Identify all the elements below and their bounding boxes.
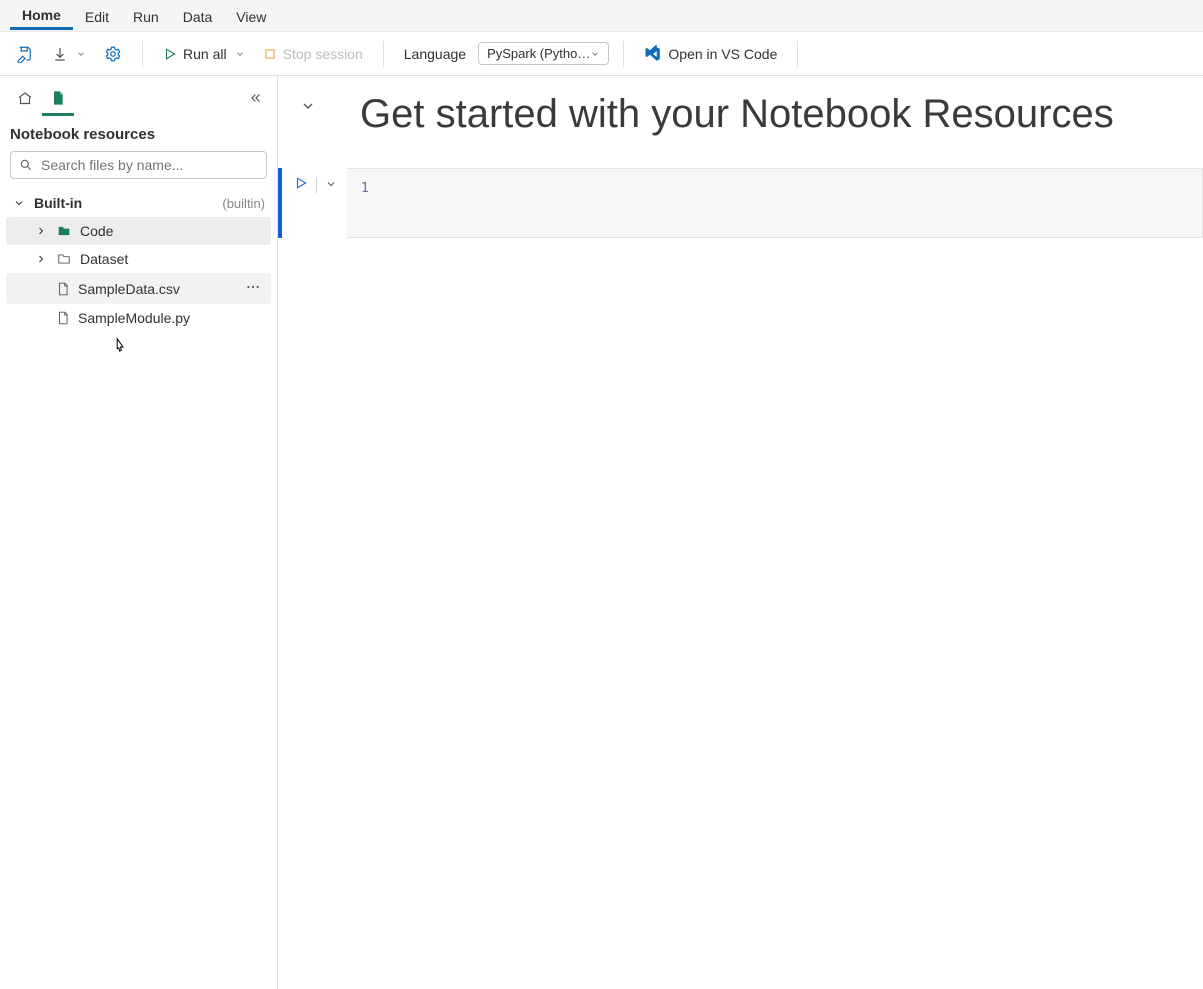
- download-icon: [52, 46, 68, 62]
- search-input[interactable]: [39, 156, 258, 174]
- chevron-down-icon: [590, 49, 600, 59]
- open-in-vscode-label: Open in VS Code: [668, 46, 777, 62]
- page-heading: Get started with your Notebook Resources: [360, 90, 1114, 138]
- tree-builtin[interactable]: Built-in (builtin): [6, 189, 271, 217]
- tree-file-samplemodule[interactable]: SampleModule.py: [6, 304, 271, 332]
- chevron-down-icon: [300, 98, 316, 114]
- download-button[interactable]: [46, 42, 92, 66]
- chevron-right-icon: [34, 253, 48, 265]
- toolbar-separator: [383, 41, 384, 67]
- menu-home[interactable]: Home: [10, 1, 73, 30]
- chevron-down-icon: [325, 178, 337, 190]
- language-select[interactable]: PySpark (Pytho…: [478, 42, 609, 65]
- sidebar-tabs: [0, 76, 277, 116]
- run-all-button[interactable]: Run all: [157, 42, 251, 66]
- tree-builtin-label: Built-in: [34, 195, 210, 211]
- open-in-vscode-button[interactable]: Open in VS Code: [638, 41, 783, 67]
- tree-file-sampledata[interactable]: SampleData.csv: [6, 273, 271, 304]
- chevron-down-icon: [235, 49, 245, 59]
- menu-view[interactable]: View: [224, 3, 278, 29]
- sidebar-tab-resources[interactable]: [42, 83, 74, 116]
- cell-actions: [282, 168, 347, 197]
- sidebar-collapse-button[interactable]: [243, 85, 269, 114]
- gear-icon: [104, 45, 122, 63]
- menu-run[interactable]: Run: [121, 3, 171, 29]
- search-icon: [19, 158, 33, 172]
- file-outline-icon: [56, 281, 70, 297]
- language-value: PySpark (Pytho…: [487, 46, 590, 61]
- chevron-right-icon: [34, 225, 48, 237]
- tree-file-sampledata-label: SampleData.csv: [78, 281, 233, 297]
- toolbar-separator: [142, 41, 143, 67]
- divider: [316, 177, 317, 193]
- chevron-down-icon: [12, 197, 26, 209]
- cell-run-button[interactable]: [290, 172, 312, 197]
- menubar: Home Edit Run Data View: [0, 0, 1203, 32]
- play-outline-icon: [294, 176, 308, 190]
- play-icon: [163, 47, 177, 61]
- search-input-wrap[interactable]: [10, 151, 267, 179]
- toolbar: Run all Stop session Language PySpark (P…: [0, 32, 1203, 76]
- toolbar-separator: [623, 41, 624, 67]
- code-cell[interactable]: 1: [278, 168, 1203, 238]
- tree-folder-code[interactable]: Code: [6, 217, 271, 245]
- tree-folder-dataset-label: Dataset: [80, 251, 265, 267]
- tree-builtin-suffix: (builtin): [222, 196, 265, 211]
- more-horizontal-icon: [245, 279, 261, 295]
- file-icon: [50, 89, 66, 107]
- folder-outline-icon: [56, 252, 72, 266]
- cell-run-menu-button[interactable]: [321, 173, 341, 197]
- line-number: 1: [361, 181, 369, 196]
- menu-data[interactable]: Data: [171, 3, 225, 29]
- more-button[interactable]: [241, 279, 265, 298]
- main-content: Get started with your Notebook Resources: [278, 76, 1203, 989]
- save-edit-icon: [16, 45, 34, 63]
- settings-button[interactable]: [98, 41, 128, 67]
- folder-icon: [56, 224, 72, 238]
- menu-edit[interactable]: Edit: [73, 3, 121, 29]
- tree-folder-code-label: Code: [80, 223, 265, 239]
- tree-folder-dataset[interactable]: Dataset: [6, 245, 271, 273]
- chevron-double-left-icon: [249, 91, 263, 105]
- resource-tree: Built-in (builtin) Code: [0, 187, 277, 334]
- cell-editor[interactable]: 1: [347, 168, 1203, 238]
- vscode-icon: [644, 45, 662, 63]
- chevron-down-icon: [76, 49, 86, 59]
- stop-icon: [263, 47, 277, 61]
- panel-title: Notebook resources: [0, 116, 277, 151]
- sidebar: Notebook resources Built-in (builtin): [0, 76, 278, 989]
- tree-file-samplemodule-label: SampleModule.py: [78, 310, 265, 326]
- save-edit-button[interactable]: [10, 41, 40, 67]
- toolbar-separator: [797, 41, 798, 67]
- sidebar-tab-lakehouse[interactable]: [8, 84, 42, 114]
- language-label: Language: [404, 46, 466, 62]
- stop-session-label: Stop session: [283, 46, 363, 62]
- cloud-up-icon: [16, 90, 34, 108]
- file-outline-icon: [56, 310, 70, 326]
- run-all-label: Run all: [183, 46, 227, 62]
- heading-collapse-button[interactable]: [296, 90, 320, 125]
- cursor-pointer-icon: [108, 335, 128, 362]
- stop-session-button[interactable]: Stop session: [257, 42, 369, 66]
